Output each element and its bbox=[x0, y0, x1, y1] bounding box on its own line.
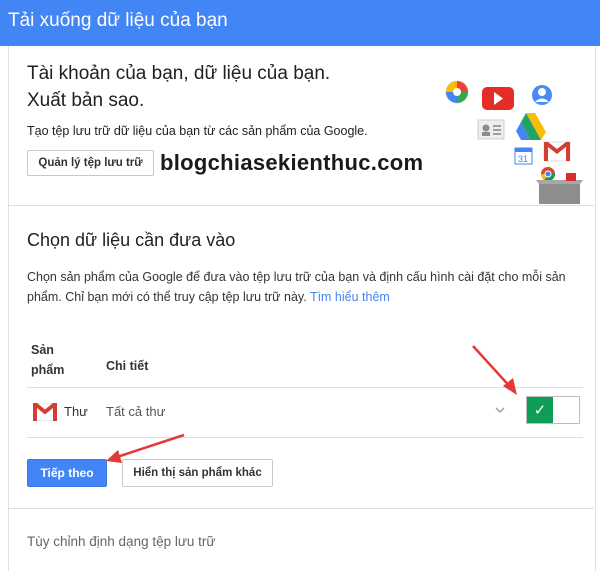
calendar-icon: 31 bbox=[514, 147, 533, 165]
youtube-icon bbox=[482, 87, 514, 110]
section-divider bbox=[8, 508, 594, 509]
checkmark-icon: ✓ bbox=[527, 397, 553, 423]
chevron-down-icon[interactable] bbox=[494, 404, 506, 416]
product-name: Thư bbox=[64, 404, 88, 419]
intro-description: Tạo tệp lưu trữ dữ liệu của bạn từ các s… bbox=[27, 124, 368, 138]
chrome-icon bbox=[541, 167, 555, 181]
product-detail: Tất cả thư bbox=[106, 404, 166, 419]
page-title: Tải xuống dữ liệu của bạn bbox=[8, 10, 228, 31]
intro-headline-line1: Tài khoản của bạn, dữ liệu của bạn. bbox=[27, 63, 331, 84]
svg-text:31: 31 bbox=[518, 154, 528, 164]
product-icons-cluster: 31 bbox=[445, 80, 583, 204]
column-header-detail: Chi tiết bbox=[106, 359, 149, 373]
gmail-icon bbox=[33, 403, 57, 421]
next-button[interactable]: Tiếp theo bbox=[27, 459, 107, 487]
top-bar: Tải xuống dữ liệu của bạn bbox=[0, 0, 600, 46]
contacts-icon bbox=[477, 119, 505, 140]
manage-archives-button[interactable]: Quản lý tệp lưu trữ bbox=[27, 150, 154, 176]
picasa-icon bbox=[445, 80, 469, 104]
table-row-divider bbox=[27, 437, 583, 438]
select-data-description-text: Chọn sản phẩm của Google để đưa vào tệp … bbox=[27, 270, 566, 304]
select-data-description: Chọn sản phẩm của Google để đưa vào tệp … bbox=[27, 267, 587, 307]
learn-more-link[interactable]: Tìm hiểu thêm bbox=[310, 290, 390, 304]
section-divider bbox=[8, 205, 594, 206]
gmail-icon bbox=[543, 141, 571, 162]
include-product-toggle[interactable]: ✓ bbox=[526, 396, 580, 424]
column-header-product: Sản phẩm bbox=[31, 343, 65, 377]
table-row-divider bbox=[27, 387, 583, 388]
customize-format-title[interactable]: Tùy chỉnh định dạng tệp lưu trữ bbox=[27, 534, 215, 549]
select-data-title: Chọn dữ liệu cần đưa vào bbox=[27, 230, 236, 250]
profile-icon bbox=[532, 85, 552, 105]
show-more-products-button[interactable]: Hiển thị sản phẩm khác bbox=[122, 459, 273, 487]
intro-headline: Tài khoản của bạn, dữ liệu của bạn. Xuất… bbox=[27, 60, 330, 114]
watermark-text: blogchiasekienthuc.com bbox=[160, 150, 424, 175]
drive-icon bbox=[516, 113, 546, 140]
intro-headline-line2: Xuất bản sao. bbox=[27, 90, 145, 111]
